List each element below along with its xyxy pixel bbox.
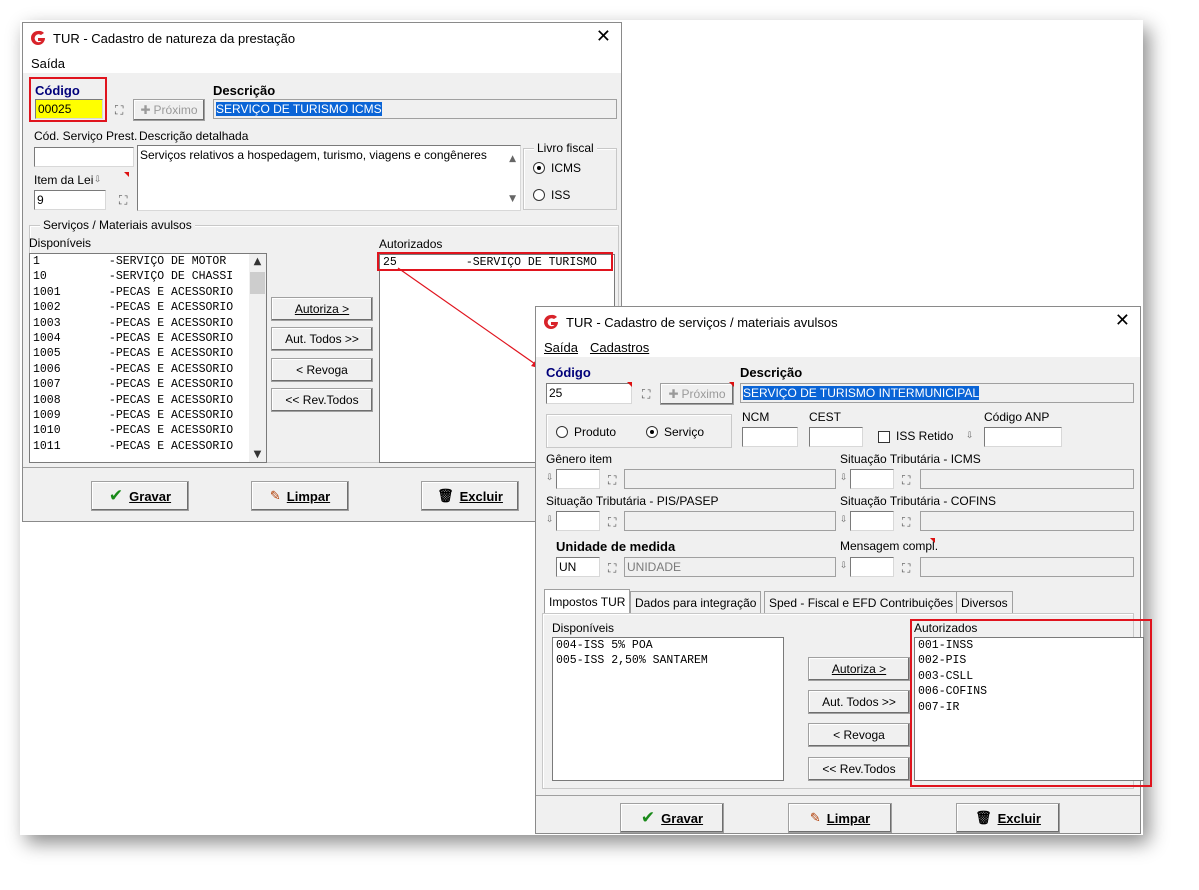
genero-item-code[interactable] [556, 469, 600, 489]
tab-impostos-tur[interactable]: Impostos TUR [544, 589, 631, 613]
excluir-label: Excluir [997, 810, 1041, 826]
sit-cofins-code[interactable] [850, 511, 894, 531]
codigo-field[interactable]: 25 [546, 383, 632, 404]
tab-label: Impostos TUR [549, 594, 626, 609]
descricao-field[interactable]: SERVIÇO DE TURISMO INTERMUNICIPAL [740, 383, 1134, 403]
sit-pis-code[interactable] [556, 511, 600, 531]
excluir-button[interactable]: 🗑 Excluir [956, 803, 1060, 833]
ncm-label: NCM [742, 410, 770, 424]
autoriza-button[interactable]: Autoriza > [808, 657, 910, 681]
radio-produto-label: Produto [574, 425, 617, 439]
autoriza-label: Autoriza > [831, 662, 887, 676]
check-icon: ✔ [640, 808, 656, 828]
mensagem-code[interactable] [850, 557, 894, 577]
binoculars-icon[interactable]: ⛶ [902, 473, 910, 488]
menu-saida[interactable]: Saída [544, 340, 578, 355]
window-titlebar: TUR - Cadastro de serviços / materiais a… [536, 307, 1140, 337]
descricao-label: Descrição [740, 365, 803, 380]
menu-cadastros[interactable]: Cadastros [590, 340, 649, 355]
sit-icms-code[interactable] [850, 469, 894, 489]
window-title: TUR - Cadastro de serviços / materiais a… [566, 314, 838, 330]
plus-icon: ✚ [668, 387, 679, 401]
proximo-label: Próximo [681, 387, 726, 401]
sit-pis-desc [624, 511, 836, 531]
required-marker [729, 382, 734, 387]
proximo-button[interactable]: ✚ Próximo [660, 383, 734, 405]
tab-diversos[interactable]: Diversos [956, 591, 1013, 613]
sit-icms-label: Situação Tributária - ICMS [840, 452, 981, 466]
sit-pis-label: Situação Tributária - PIS/PASEP [546, 494, 719, 508]
radio-servico-label: Serviço [664, 425, 705, 439]
menu-bar: Saída Cadastros [536, 337, 1140, 357]
codigo-anp-field[interactable] [984, 427, 1062, 447]
dropdown-icon[interactable]: ⇩ [840, 561, 848, 571]
tab-dados-integracao[interactable]: Dados para integração [630, 591, 762, 613]
unidade-desc-value: UNIDADE [627, 560, 682, 574]
required-marker [627, 382, 632, 387]
binoculars-icon[interactable]: ⛶ [642, 387, 650, 402]
radio-servico[interactable] [646, 426, 658, 438]
iss-retido-label: ISS Retido [896, 429, 954, 443]
dropdown-icon[interactable]: ⇩ [546, 515, 554, 525]
codigo-anp-label: Código ANP [984, 410, 1050, 424]
binoculars-icon[interactable]: ⛶ [902, 515, 910, 530]
required-marker [930, 538, 935, 543]
sit-cofins-label: Situação Tributária - COFINS [840, 494, 997, 508]
cest-field[interactable] [809, 427, 863, 447]
tab-label: Diversos [961, 595, 1008, 610]
gravar-label: Gravar [661, 810, 704, 826]
binoculars-icon[interactable]: ⛶ [608, 515, 616, 530]
tab-sped[interactable]: Sped - Fiscal e EFD Contribuições [764, 591, 959, 613]
revoga-button[interactable]: < Revoga [808, 723, 910, 747]
rev-todos-button[interactable]: << Rev.Todos [808, 757, 910, 781]
dropdown-icon[interactable]: ⇩ [966, 431, 974, 441]
sit-cofins-desc [920, 511, 1134, 531]
disponiveis-list[interactable]: 004-ISS 5% POA 005-ISS 2,50% SANTAREM [552, 637, 784, 781]
radio-produto[interactable] [556, 426, 568, 438]
limpar-button[interactable]: ✎ Limpar [788, 803, 892, 833]
list-item[interactable]: 005-ISS 2,50% SANTAREM [553, 653, 783, 668]
tur-logo-icon [542, 313, 560, 331]
dropdown-icon[interactable]: ⇩ [840, 515, 848, 525]
disponiveis-label: Disponíveis [552, 621, 615, 635]
binoculars-icon[interactable]: ⛶ [608, 561, 616, 576]
mensagem-label: Mensagem compl. [840, 539, 939, 553]
dropdown-icon[interactable]: ⇩ [840, 473, 848, 483]
aut-todos-button[interactable]: Aut. Todos >> [808, 690, 910, 714]
cest-label: CEST [809, 410, 842, 424]
sit-icms-desc [920, 469, 1134, 489]
aut-todos-label: Aut. Todos >> [822, 695, 896, 709]
ncm-field[interactable] [742, 427, 798, 447]
genero-item-label: Gênero item [546, 452, 613, 466]
screenshot-canvas: TUR - Cadastro de natureza da prestação … [20, 20, 1152, 835]
descricao-value: SERVIÇO DE TURISMO INTERMUNICIPAL [743, 386, 980, 400]
unidade-code[interactable]: UN [556, 557, 600, 577]
codigo-label: Código [546, 365, 591, 380]
revoga-label: < Revoga [833, 728, 885, 742]
unidade-desc: UNIDADE [624, 557, 836, 577]
mensagem-desc [920, 557, 1134, 577]
rev-todos-label: << Rev.Todos [822, 762, 896, 776]
pencil-icon: ✎ [809, 810, 821, 826]
binoculars-icon[interactable]: ⛶ [902, 561, 910, 576]
binoculars-icon[interactable]: ⛶ [608, 473, 616, 488]
iss-retido-checkbox[interactable] [878, 431, 890, 443]
autorizados-highlight-box [910, 619, 1152, 787]
tab-label: Sped - Fiscal e EFD Contribuições [769, 595, 954, 610]
genero-item-desc [624, 469, 836, 489]
window-servicos-materiais: TUR - Cadastro de serviços / materiais a… [535, 306, 1152, 834]
limpar-label: Limpar [826, 810, 871, 826]
trash-icon: 🗑 [975, 810, 992, 826]
close-icon[interactable]: ✕ [1115, 311, 1130, 331]
unidade-label: Unidade de medida [556, 539, 676, 554]
dropdown-icon[interactable]: ⇩ [546, 473, 554, 483]
gravar-button[interactable]: ✔ Gravar [620, 803, 724, 833]
tab-label: Dados para integração [635, 595, 757, 610]
list-item[interactable]: 004-ISS 5% POA [553, 638, 783, 653]
